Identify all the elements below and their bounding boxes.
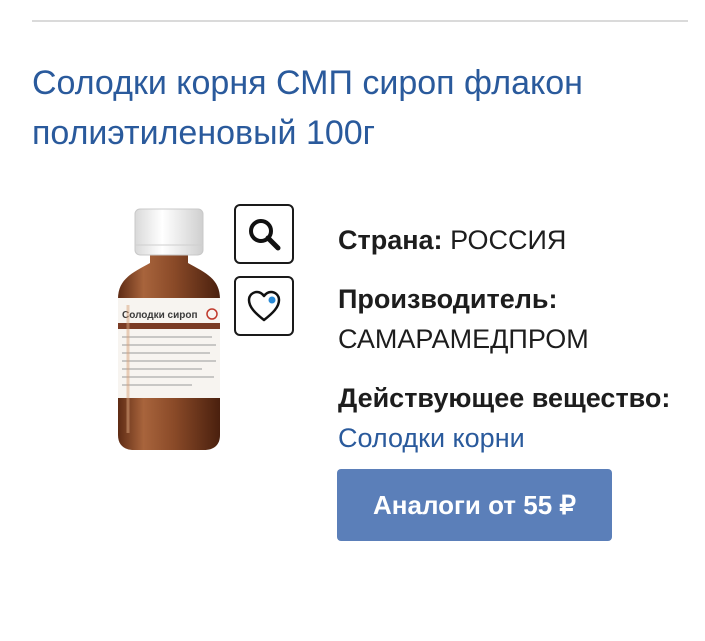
product-title: Солодки корня СМП сироп флакон полиэтиле… bbox=[32, 64, 583, 152]
top-divider bbox=[32, 20, 688, 22]
substance-link[interactable]: Солодки корни bbox=[338, 418, 670, 458]
analogs-button[interactable]: Аналоги от 55 ₽ bbox=[337, 469, 612, 541]
zoom-button[interactable] bbox=[234, 204, 294, 264]
favorite-button[interactable] bbox=[234, 276, 294, 336]
heart-icon bbox=[247, 290, 281, 322]
spec-country: Страна: РОССИЯ bbox=[338, 220, 566, 260]
substance-label: Действующее вещество: bbox=[338, 383, 671, 413]
spec-active-substance: Действующее вещество: Солодки корни bbox=[338, 378, 670, 458]
manufacturer-value: САМАРАМЕДПРОМ bbox=[338, 324, 589, 354]
bottle-label-text: Солодки сироп bbox=[122, 310, 198, 321]
country-label: Страна: bbox=[338, 225, 443, 255]
search-icon bbox=[249, 219, 281, 251]
spec-manufacturer: Производитель: САМАРАМЕДПРОМ bbox=[338, 279, 589, 359]
country-value: РОССИЯ bbox=[450, 225, 567, 255]
manufacturer-label: Производитель: bbox=[338, 284, 558, 314]
